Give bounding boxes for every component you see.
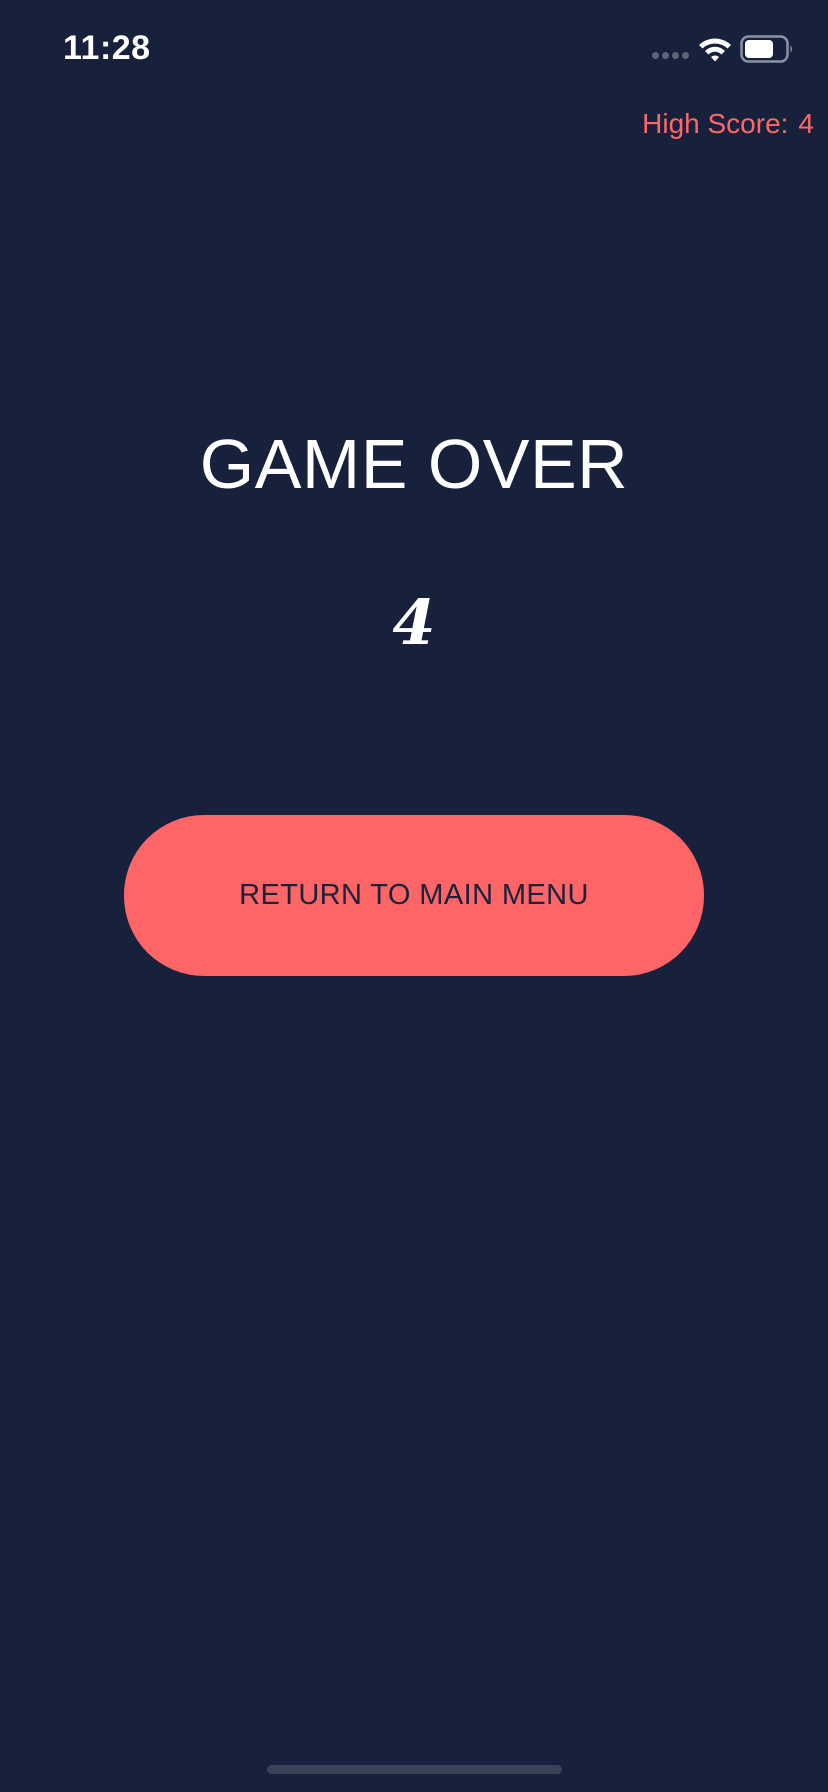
final-score: 4 (392, 586, 436, 659)
game-over-title: GAME OVER (199, 425, 629, 503)
cellular-signal-icon (652, 52, 689, 59)
game-over-screen: 11:28 High Score: 4 GAME OVER 4 RETURN TO… (0, 0, 828, 1792)
battery-icon (740, 35, 792, 63)
high-score: High Score: 4 (642, 106, 814, 142)
status-time: 11:28 (63, 29, 151, 67)
home-indicator[interactable] (267, 1765, 562, 1774)
return-to-main-menu-label: RETURN TO MAIN MENU (239, 879, 589, 911)
signal-dot (652, 52, 659, 59)
high-score-label: High Score: (642, 108, 789, 139)
return-to-main-menu-button[interactable]: RETURN TO MAIN MENU (124, 815, 704, 976)
signal-dot (682, 52, 689, 59)
signal-dot (672, 52, 679, 59)
high-score-value: 4 (798, 108, 814, 139)
signal-dot (662, 52, 669, 59)
wifi-icon (699, 38, 731, 62)
